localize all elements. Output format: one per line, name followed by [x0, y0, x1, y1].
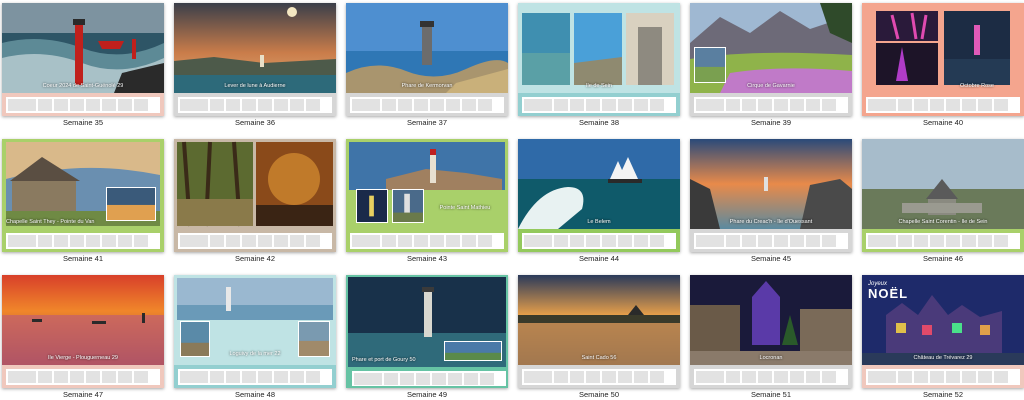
calendar-strip [690, 229, 852, 252]
photo-caption: Phare du Creac'h - île d'Ouessant [729, 219, 813, 225]
photo: Cirque de Gavarnie [690, 3, 852, 93]
page-card[interactable] [174, 139, 336, 252]
page-card[interactable]: Ile de Sein [518, 3, 680, 116]
week-label: Semaine 40 [922, 118, 964, 127]
photo: Phare du Creac'h - île d'Ouessant [690, 139, 852, 229]
photo-caption: Locronan [759, 355, 783, 361]
christmas-badge: Joyeux NOËL [868, 281, 908, 300]
calendar-strip [2, 365, 164, 388]
week-label: Semaine 52 [922, 390, 964, 399]
photo-caption: Château de Trévarez 29 [913, 355, 973, 361]
calendar-strip [174, 93, 336, 116]
photo: Chapelle Saint They - Pointe du Van [2, 139, 164, 229]
page-card[interactable]: Phare de Kermorvan [346, 3, 508, 116]
week-label: Semaine 39 [750, 118, 792, 127]
photo-caption: Phare de Kermorvan [401, 83, 453, 89]
photo: Ile Vierge - Plouguerneau 29 [2, 275, 164, 365]
photo: Pointe Saint Mathieu [346, 139, 508, 229]
week-label: Semaine 48 [234, 390, 276, 399]
calendar-strip [174, 229, 336, 252]
photo-caption: Octobre Rose [960, 83, 994, 89]
page-card[interactable]: Cirque de Gavarnie [690, 3, 852, 116]
badge-big: NOËL [868, 286, 909, 301]
week-label: Semaine 49 [406, 390, 448, 399]
calendar-strip [2, 93, 164, 116]
photo-caption: Ile Vierge - Plouguerneau 29 [48, 355, 118, 361]
week-label: Semaine 44 [578, 254, 620, 263]
week-label: Semaine 41 [62, 254, 104, 263]
calendar-grid: Coeur 2024 de Saint-Guénolé 29 Semaine 3… [0, 0, 1024, 400]
photo-caption: Chapelle Saint They - Pointe du Van [6, 219, 95, 225]
calendar-strip [2, 229, 164, 252]
page-card[interactable]: Loguivy de la mer 22 [174, 275, 336, 388]
page-card[interactable]: Saint Cado 56 [518, 275, 680, 388]
calendar-strip [862, 365, 1024, 388]
photo-caption: Cirque de Gavarnie [747, 83, 795, 89]
calendar-strip [690, 365, 852, 388]
week-label: Semaine 46 [922, 254, 964, 263]
photo-caption: Le Belem [587, 219, 611, 225]
calendar-strip [346, 93, 508, 116]
photo-caption: Ile de Sein [586, 83, 612, 89]
photo: Phare de Kermorvan [346, 3, 508, 93]
week-label: Semaine 35 [62, 118, 104, 127]
photo: Le Belem [518, 139, 680, 229]
page-card[interactable]: Pointe Saint Mathieu [346, 139, 508, 252]
photo-caption: Coeur 2024 de Saint-Guénolé 29 [42, 83, 124, 89]
calendar-strip [174, 365, 336, 388]
page-card[interactable]: Phare et port de Goury 50 [346, 275, 508, 388]
photo-caption: Pointe Saint Mathieu [439, 205, 491, 211]
week-label: Semaine 51 [750, 390, 792, 399]
calendar-strip [862, 93, 1024, 116]
week-label: Semaine 45 [750, 254, 792, 263]
photo-caption: Saint Cado 56 [581, 355, 617, 361]
page-card[interactable]: Ile Vierge - Plouguerneau 29 [2, 275, 164, 388]
page-card[interactable]: Octobre Rose [862, 3, 1024, 116]
week-label: Semaine 38 [578, 118, 620, 127]
photo: Saint Cado 56 [518, 275, 680, 365]
calendar-strip [518, 229, 680, 252]
week-label: Semaine 43 [406, 254, 448, 263]
page-card[interactable]: Locronan [690, 275, 852, 388]
photo: Phare et port de Goury 50 [348, 277, 506, 367]
calendar-strip [348, 367, 506, 386]
week-label: Semaine 37 [406, 118, 448, 127]
week-label: Semaine 42 [234, 254, 276, 263]
calendar-strip [518, 365, 680, 388]
photo: Loguivy de la mer 22 [174, 275, 336, 365]
photo: Joyeux NOËL Château de Trévarez 29 [862, 275, 1024, 365]
week-label: Semaine 36 [234, 118, 276, 127]
photo [174, 139, 336, 229]
week-label: Semaine 47 [62, 390, 104, 399]
page-card[interactable]: Lever de lune à Audierne [174, 3, 336, 116]
calendar-strip [346, 229, 508, 252]
photo: Coeur 2024 de Saint-Guénolé 29 [2, 3, 164, 93]
photo-caption: Loguivy de la mer 22 [229, 351, 281, 357]
calendar-strip [690, 93, 852, 116]
photo: Locronan [690, 275, 852, 365]
photo: Chapelle Saint Corentin - Ile de Sein [862, 139, 1024, 229]
photo: Octobre Rose [862, 3, 1024, 93]
photo-caption: Lever de lune à Audierne [224, 83, 286, 89]
page-card[interactable]: Chapelle Saint They - Pointe du Van [2, 139, 164, 252]
calendar-strip [862, 229, 1024, 252]
photo-caption: Phare et port de Goury 50 [352, 357, 416, 363]
photo: Ile de Sein [518, 3, 680, 93]
photo-caption: Chapelle Saint Corentin - Ile de Sein [898, 219, 988, 225]
week-label: Semaine 50 [578, 390, 620, 399]
page-card[interactable]: Phare du Creac'h - île d'Ouessant [690, 139, 852, 252]
page-card[interactable]: Le Belem [518, 139, 680, 252]
page-card[interactable]: Chapelle Saint Corentin - Ile de Sein [862, 139, 1024, 252]
page-card[interactable]: Joyeux NOËL Château de Trévarez 29 [862, 275, 1024, 388]
photo: Lever de lune à Audierne [174, 3, 336, 93]
calendar-strip [518, 93, 680, 116]
page-card[interactable]: Coeur 2024 de Saint-Guénolé 29 [2, 3, 164, 116]
